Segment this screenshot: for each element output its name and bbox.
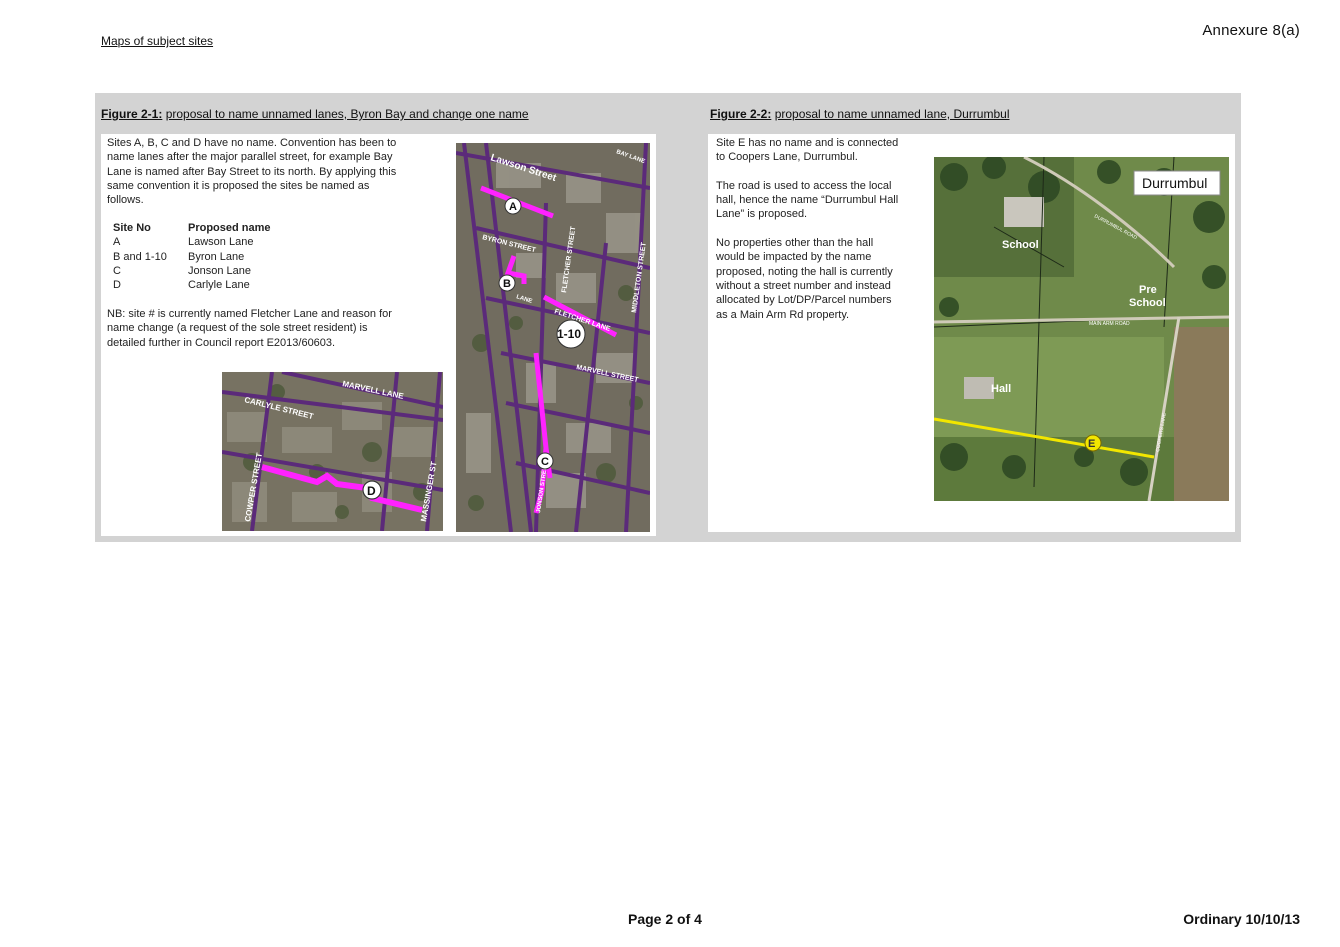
proposed-name-cell: Carlyle Lane [188,279,250,292]
text-line: proposed, noting the hall is currently [716,265,893,278]
figure-2-1-label: Figure 2-1: [101,107,163,121]
meeting-label: Ordinary 10/10/13 [1183,911,1300,927]
site-no-cell: A [113,236,121,249]
marker-e: E [1088,438,1095,450]
map-label-hall: Hall [991,383,1011,395]
text-line: as a Main Arm Rd property. [716,308,850,321]
text-line: The road is used to access the local [716,179,892,192]
intro-line: name lanes after the major parallel stre… [107,151,393,164]
intro-line: Sites A, B, C and D have no name. Conven… [107,137,397,149]
intro-line: follows. [107,194,144,207]
table-row: A Lawson Lane [113,235,271,249]
proposed-name-cell: Jonson Lane [188,264,251,277]
map-durrumbul: Durrumbul School Pre School Hall DURRUMB… [934,157,1229,501]
marker-c: C [541,456,549,468]
marker-a: A [509,201,517,213]
text-line: Lane” is proposed. [716,208,808,221]
intro-line: same convention it is proposed the sites… [107,179,370,192]
figure-2-2-caption: Figure 2-2: proposal to name unnamed lan… [710,107,1010,121]
page-number: Page 2 of 4 [628,911,702,927]
table-header-row: Site No Proposed name [113,221,271,235]
note-line: NB: site # is currently named Fletcher L… [107,308,392,320]
note-line: name change (a request of the sole stree… [107,322,368,335]
note-line: detailed further in Council report E2013… [107,336,336,349]
map-byron-bay: Lawson Street BAY LANE BYRON STREET FLET… [456,143,650,532]
text-line: allocated by Lot/DP/Parcel numbers [716,294,892,307]
text-line: to Coopers Lane, Durrumbul. [716,151,858,164]
map-place-label: Durrumbul [1142,175,1207,191]
figure-2-2-title: proposal to name unnamed lane, Durrumbul [774,107,1010,121]
header-site-no: Site No [113,222,151,234]
annexure-label: Annexure 8(a) [1202,22,1300,39]
figure-2-2-text: Site E has no name and is connected to C… [716,136,931,322]
map-durrumbul-image: Durrumbul School Pre School Hall DURRUMB… [934,157,1229,501]
map-byron-bay-image: Lawson Street BAY LANE BYRON STREET FLET… [456,143,650,532]
map-site-d-image: MARVELL LANE CARLYLE STREET COWPER STREE… [222,372,443,531]
figure-2-1-note: NB: site # is currently named Fletcher L… [107,307,447,350]
site-no-cell: D [113,279,121,292]
table-row: C Jonson Lane [113,264,271,278]
marker-b: B [503,278,511,290]
site-no-cell: C [113,264,121,277]
figure-2-2-label: Figure 2-2: [710,107,772,121]
figure-2-1-caption: Figure 2-1: proposal to name unnamed lan… [101,107,529,121]
proposed-name-cell: Lawson Lane [188,236,254,249]
text-line: hall, hence the name “Durrumbul Hall [716,194,899,207]
map-site-d: MARVELL LANE CARLYLE STREET COWPER STREE… [222,372,443,531]
page-subtitle: Maps of subject sites [101,34,214,48]
map-label: MAIN ARM ROAD [1089,321,1130,327]
text-line: without a street number and instead [716,279,891,292]
intro-line: Lane is named after Bay Street to its no… [107,165,397,178]
text-line: would be impacted by the name [716,251,872,264]
figure-2-1-title: proposal to name unnamed lanes, Byron Ba… [165,107,529,121]
proposed-name-cell: Byron Lane [188,250,245,263]
marker-1-10: 1-10 [557,327,581,341]
map-label-pre: Pre [1139,284,1157,296]
table-row: D Carlyle Lane [113,278,271,292]
table-row: B and 1-10 Byron Lane [113,250,271,264]
figure-2-1-intro: Sites A, B, C and D have no name. Conven… [107,136,447,207]
text-line: No properties other than the hall [716,237,874,250]
site-no-cell: B and 1-10 [113,250,167,263]
site-names-table: Site No Proposed name A Lawson Lane B an… [113,221,271,292]
marker-d: D [367,484,376,498]
map-label-pre-school: School [1129,297,1166,309]
map-label-school: School [1002,239,1039,251]
header-proposed-name: Proposed name [188,222,271,234]
text-line: Site E has no name and is connected [716,137,899,149]
